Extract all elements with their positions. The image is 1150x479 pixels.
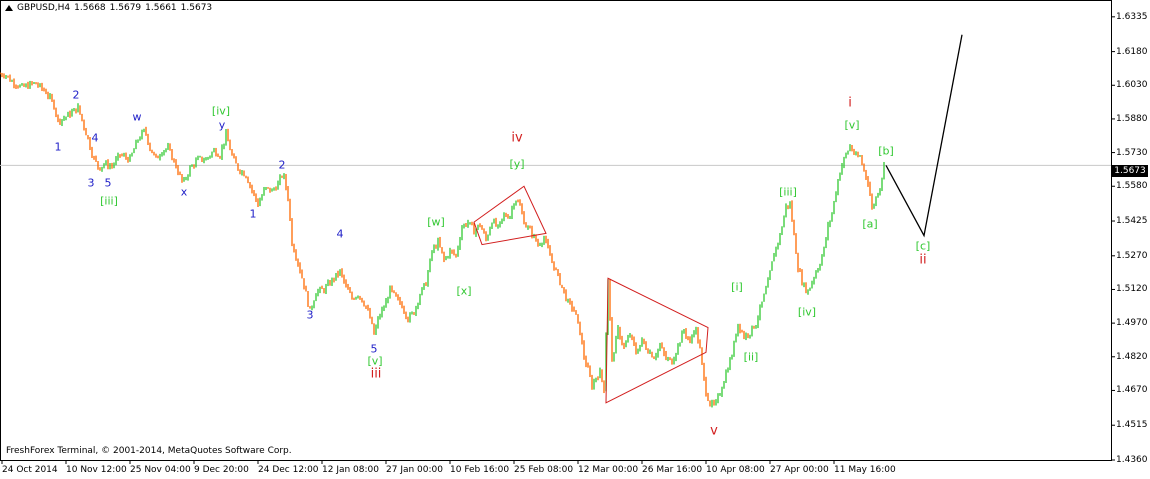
x-tick-label: 24 Dec 12:00 xyxy=(258,465,319,475)
y-tick-label: 1.4360 xyxy=(1116,455,1148,465)
close-value: 1.5673 xyxy=(180,3,213,13)
wave-label: [iv] xyxy=(797,305,817,319)
y-tick-label: 1.5730 xyxy=(1116,147,1148,158)
wave-label: [b] xyxy=(878,144,894,158)
wave-label: [iii] xyxy=(100,194,118,208)
symbol-label: GBPUSD,H4 xyxy=(17,3,71,13)
y-tick-label: 1.6180 xyxy=(1116,46,1148,57)
y-tick-label: 1.4970 xyxy=(1116,318,1148,329)
current-price-marker: 1.5673 xyxy=(1112,165,1148,177)
y-tick-label: 1.5120 xyxy=(1116,284,1148,295)
wave-label: i xyxy=(848,95,852,111)
wave-label: 4 xyxy=(336,227,344,241)
x-tick-label: 9 Dec 20:00 xyxy=(194,465,249,475)
wave-label: [v] xyxy=(844,118,860,132)
wave-label: [x] xyxy=(456,284,472,298)
wave-label: iv xyxy=(511,130,523,146)
wave-label: 5 xyxy=(370,342,378,356)
y-tick-label: 1.5270 xyxy=(1116,250,1148,261)
wave-label: y xyxy=(218,118,226,132)
x-tick-label: 24 Oct 2014 xyxy=(2,465,58,475)
wave-label: ii xyxy=(919,252,927,268)
collapse-triangle-icon[interactable] xyxy=(5,5,13,11)
wave-label: 2 xyxy=(278,158,286,172)
y-tick-label: 1.6335 xyxy=(1116,11,1148,22)
wave-label: [c] xyxy=(915,239,931,253)
wave-label: 2 xyxy=(72,88,80,102)
wave-label: 1 xyxy=(54,140,62,154)
wave-label: 5 xyxy=(104,176,112,190)
x-tick-label: 11 May 16:00 xyxy=(834,465,896,475)
wave-label: [a] xyxy=(862,217,878,231)
wave-label: 3 xyxy=(306,308,314,322)
y-tick-label: 1.5880 xyxy=(1116,113,1148,124)
chart-header: GBPUSD,H4 1.5668 1.5679 1.5661 1.5673 xyxy=(5,3,212,13)
x-tick-label: 25 Nov 04:00 xyxy=(130,465,191,475)
wave-label: iii xyxy=(370,366,382,382)
wave-label: [y] xyxy=(509,157,525,171)
forecast-line xyxy=(885,34,963,238)
plot-frame xyxy=(0,0,1112,461)
wave-label: [iv] xyxy=(211,104,231,118)
x-tick-label: 12 Jan 08:00 xyxy=(322,465,379,475)
x-tick-label: 10 Feb 16:00 xyxy=(450,465,510,475)
price-chart[interactable] xyxy=(0,0,1150,479)
x-tick-label: 25 Feb 08:00 xyxy=(514,465,574,475)
y-tick-label: 1.4670 xyxy=(1116,385,1148,396)
x-tick-label: 27 Apr 00:00 xyxy=(770,465,829,475)
x-tick-label: 10 Nov 12:00 xyxy=(66,465,127,475)
y-tick-label: 1.6030 xyxy=(1116,80,1148,91)
y-tick-label: 1.5580 xyxy=(1116,181,1148,192)
open-value: 1.5668 xyxy=(74,3,106,13)
y-tick-label: 1.4820 xyxy=(1116,351,1148,362)
y-tick-label: 1.4515 xyxy=(1116,420,1148,431)
triangle-pattern xyxy=(605,277,709,404)
wave-label: [w] xyxy=(427,215,445,229)
wave-label: [ii] xyxy=(743,350,759,364)
wave-label: [i] xyxy=(731,280,743,294)
x-tick-label: 10 Apr 08:00 xyxy=(706,465,765,475)
wave-label: x xyxy=(180,185,188,199)
triangle-pattern xyxy=(473,185,547,246)
wave-label: v xyxy=(710,423,718,439)
wave-label: 4 xyxy=(91,131,99,145)
wave-label: 3 xyxy=(87,176,95,190)
x-tick-label: 12 Mar 00:00 xyxy=(578,465,639,475)
low-value: 1.5661 xyxy=(145,3,177,13)
chart-window[interactable]: GBPUSD,H4 1.5668 1.5679 1.5661 1.5673 Fr… xyxy=(0,0,1150,479)
wave-label: [v] xyxy=(367,354,383,368)
x-tick-label: 26 Mar 16:00 xyxy=(642,465,703,475)
x-tick-label: 27 Jan 00:00 xyxy=(386,465,443,475)
wave-label: [iii] xyxy=(779,185,797,199)
high-value: 1.5679 xyxy=(109,3,142,13)
copyright-text: FreshForex Terminal, © 2001-2014, MetaQu… xyxy=(6,446,292,456)
y-tick-label: 1.5425 xyxy=(1116,216,1148,227)
wave-label: w xyxy=(132,110,142,124)
wave-label: 1 xyxy=(249,207,257,221)
